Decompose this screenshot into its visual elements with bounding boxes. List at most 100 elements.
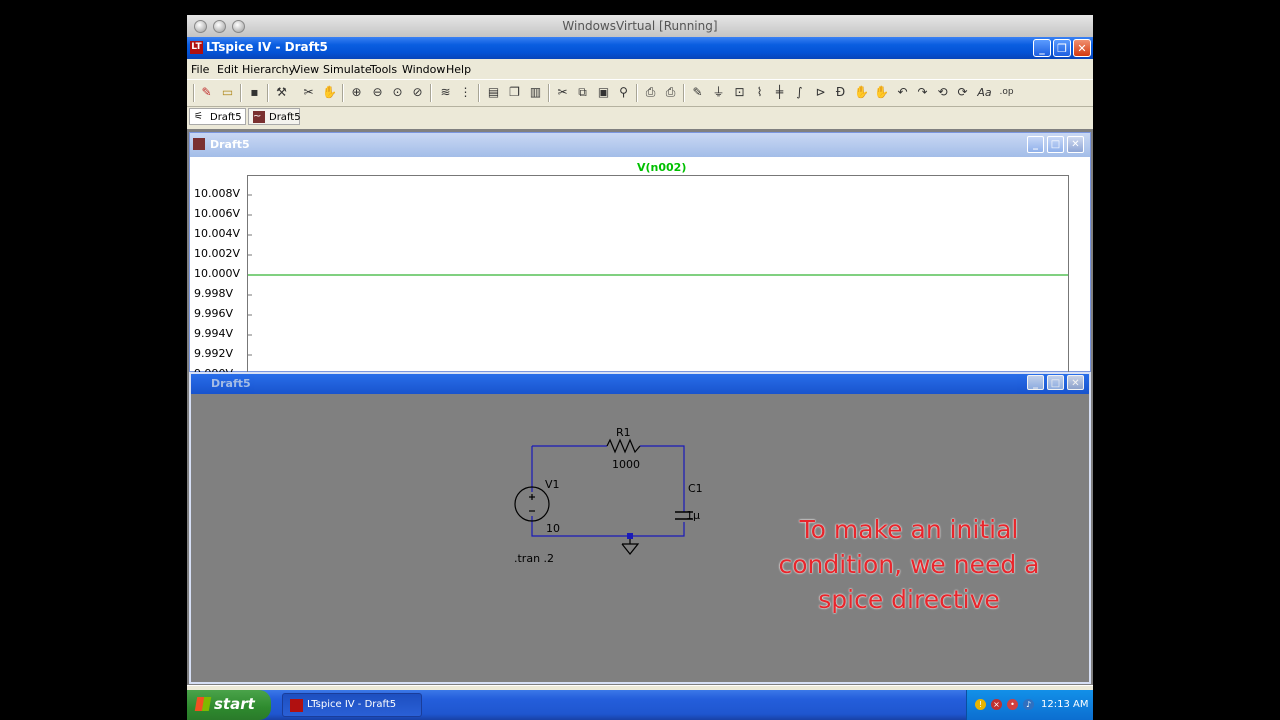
- v1-value[interactable]: 10: [546, 522, 560, 535]
- y-tick-label: 10.000V: [194, 267, 241, 280]
- menu-hierarchy[interactable]: Hierarchy: [242, 63, 295, 76]
- new-schematic-icon[interactable]: ✎: [198, 84, 215, 101]
- spice-directive-icon[interactable]: .op: [998, 84, 1015, 101]
- c1-name[interactable]: C1: [688, 482, 703, 495]
- zoom-fit-icon[interactable]: ⊙: [389, 84, 406, 101]
- diode-icon[interactable]: ⊳: [812, 84, 829, 101]
- ruler-icon[interactable]: ⋮: [457, 84, 474, 101]
- toolbar-separator: [193, 84, 195, 102]
- plot-area[interactable]: [247, 175, 1069, 375]
- redo-icon[interactable]: ↷: [914, 84, 931, 101]
- taskbar-item-label: LTspice IV - Draft5: [307, 699, 397, 710]
- caption-line: To make an initial: [799, 515, 1019, 544]
- restore-button[interactable]: ❐: [1053, 39, 1071, 57]
- tab-waveform[interactable]: ~ Draft5: [248, 108, 301, 125]
- y-tick-label: 9.992V: [194, 347, 234, 360]
- tab-schematic[interactable]: ⚟ Draft5: [189, 108, 246, 125]
- c1-value[interactable]: 1µ: [686, 509, 700, 522]
- menu-bar: File Edit Hierarchy View Simulate Tools …: [187, 59, 1093, 79]
- trace-label[interactable]: V(n002): [637, 161, 686, 174]
- schematic-minimize-button[interactable]: _: [1027, 375, 1044, 390]
- print-preview-icon[interactable]: ⎙: [642, 84, 659, 101]
- inductor-icon[interactable]: ∫: [791, 84, 808, 101]
- mirror-icon[interactable]: ⟳: [954, 84, 971, 101]
- waveform-icon: ~: [253, 111, 265, 123]
- document-tabs: ⚟ Draft5 ~ Draft5: [187, 106, 1093, 128]
- ground-icon[interactable]: ⏚: [710, 84, 727, 101]
- waveform-close-button[interactable]: ✕: [1067, 136, 1084, 153]
- run-icon[interactable]: ✂: [300, 84, 317, 101]
- menu-edit[interactable]: Edit: [217, 63, 238, 76]
- tab-label: Draft5: [269, 112, 301, 123]
- r1-name[interactable]: R1: [616, 426, 631, 439]
- menu-window[interactable]: Window: [402, 63, 445, 76]
- component-icon[interactable]: Ð: [832, 84, 849, 101]
- tile-horizontal-icon[interactable]: ▤: [485, 84, 502, 101]
- schematic-title: Draft5: [211, 377, 251, 390]
- text-icon[interactable]: Aa: [976, 84, 993, 101]
- close-button[interactable]: ✕: [1073, 39, 1091, 57]
- schematic-maximize-button[interactable]: □: [1047, 375, 1064, 390]
- copy-icon[interactable]: ⧉: [574, 84, 591, 101]
- antivirus-icon[interactable]: •: [1007, 699, 1018, 710]
- move-icon[interactable]: ✋: [853, 84, 870, 101]
- security-shield-icon[interactable]: !: [975, 699, 986, 710]
- waveform-maximize-button[interactable]: □: [1047, 136, 1064, 153]
- tile-vertical-icon[interactable]: ▥: [527, 84, 544, 101]
- print-icon[interactable]: ⎙: [662, 84, 679, 101]
- clock[interactable]: 12:13 AM: [1041, 699, 1088, 710]
- ltspice-logo-icon[interactable]: LT: [190, 41, 203, 54]
- volume-icon[interactable]: ♪: [1023, 699, 1034, 710]
- find-icon[interactable]: ⚲: [615, 84, 632, 101]
- menu-file[interactable]: File: [191, 63, 209, 76]
- cascade-icon[interactable]: ❐: [506, 84, 523, 101]
- control-panel-icon[interactable]: ⚒: [273, 84, 290, 101]
- caption-line: condition, we need a: [778, 550, 1040, 579]
- menu-tools[interactable]: Tools: [370, 63, 397, 76]
- toolbar-separator: [683, 84, 685, 102]
- drag-icon[interactable]: ✋: [873, 84, 890, 101]
- menu-view[interactable]: View: [293, 63, 319, 76]
- app-title: LTspice IV - Draft5: [206, 40, 328, 54]
- system-tray: ! × • ♪ 12:13 AM: [966, 690, 1093, 720]
- rotate-icon[interactable]: ⟲: [934, 84, 951, 101]
- resistor-r1[interactable]: [606, 438, 641, 454]
- schematic-close-button[interactable]: ✕: [1067, 375, 1084, 390]
- open-folder-icon[interactable]: ▭: [219, 84, 236, 101]
- capacitor-icon[interactable]: ╪: [771, 84, 788, 101]
- halt-icon[interactable]: ✋: [321, 84, 338, 101]
- undo-icon[interactable]: ↶: [894, 84, 911, 101]
- toolbar-separator: [240, 84, 242, 102]
- minimize-button[interactable]: _: [1033, 39, 1051, 57]
- y-tick-label: 9.994V: [194, 327, 234, 340]
- spice-directive[interactable]: .tran .2: [514, 552, 554, 565]
- label-net-icon[interactable]: ⊡: [731, 84, 748, 101]
- start-button[interactable]: start: [187, 690, 271, 720]
- tutorial-caption: To make an initial condition, we need a …: [759, 512, 1059, 617]
- paste-icon[interactable]: ▣: [595, 84, 612, 101]
- vm-screen: WindowsVirtual [Running] LT LTspice IV -…: [187, 15, 1093, 720]
- schematic-title-bar: Draft5 _ □ ✕: [191, 374, 1089, 394]
- menu-help[interactable]: Help: [446, 63, 471, 76]
- autorange-icon[interactable]: ≋: [437, 84, 454, 101]
- menu-simulate[interactable]: Simulate: [323, 63, 372, 76]
- draw-wire-icon[interactable]: ✎: [689, 84, 706, 101]
- network-icon[interactable]: ×: [991, 699, 1002, 710]
- zoom-in-icon[interactable]: ⊕: [348, 84, 365, 101]
- cut-icon[interactable]: ✂: [554, 84, 571, 101]
- taskbar-item-ltspice[interactable]: LTspice IV - Draft5: [282, 693, 422, 717]
- ltspice-logo-icon: [290, 699, 303, 712]
- v1-name[interactable]: V1: [545, 478, 560, 491]
- waveform-minimize-button[interactable]: _: [1027, 136, 1044, 153]
- voltage-source-v1[interactable]: [514, 486, 550, 522]
- r1-value[interactable]: 1000: [612, 458, 640, 471]
- zoom-out-icon[interactable]: ⊖: [369, 84, 386, 101]
- resistor-icon[interactable]: ⌇: [751, 84, 768, 101]
- zoom-cancel-icon[interactable]: ⊘: [409, 84, 426, 101]
- save-icon[interactable]: ▪: [246, 84, 263, 101]
- schematic-canvas[interactable]: R1 1000 V1 10 C1 1µ .tran .2 To make an …: [194, 394, 1086, 680]
- caption-line: spice directive: [818, 585, 1000, 614]
- toolbar-separator: [342, 84, 344, 102]
- y-tick-label: 9.998V: [194, 287, 234, 300]
- y-tick-label: 10.004V: [194, 227, 241, 240]
